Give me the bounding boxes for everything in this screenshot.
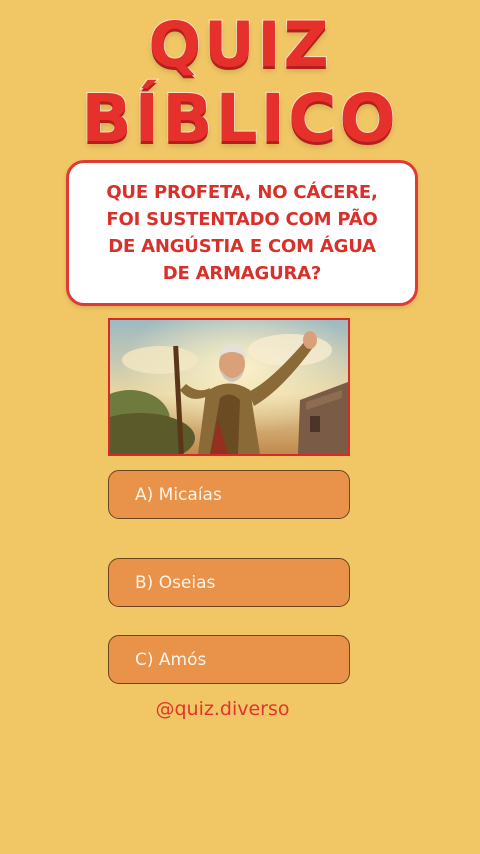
quiz-title-line2: BÍBLICO [80,80,399,157]
question-card: QUE PROFETA, NO CÁCERE, FOI SUSTENTADO C… [66,160,418,306]
prophet-illustration [108,318,350,456]
quiz-title-line1: QUIZ [147,8,332,81]
question-line-3: DE ANGÚSTIA E COM ÁGUA [108,236,376,257]
answer-option-b[interactable]: B) Oseias [108,558,350,607]
question-line-2: FOI SUSTENTADO COM PÃO [106,209,378,230]
answer-option-a[interactable]: A) Micaías [108,470,350,519]
question-text: QUE PROFETA, NO CÁCERE, FOI SUSTENTADO C… [88,179,395,287]
question-line-1: QUE PROFETA, NO CÁCERE, [106,182,378,203]
prophet-with-staff-illustration [110,320,348,454]
answer-option-c[interactable]: C) Amós [108,635,350,684]
social-handle: @quiz.diverso [155,698,290,720]
question-line-4: DE ARMAGURA? [162,263,322,284]
